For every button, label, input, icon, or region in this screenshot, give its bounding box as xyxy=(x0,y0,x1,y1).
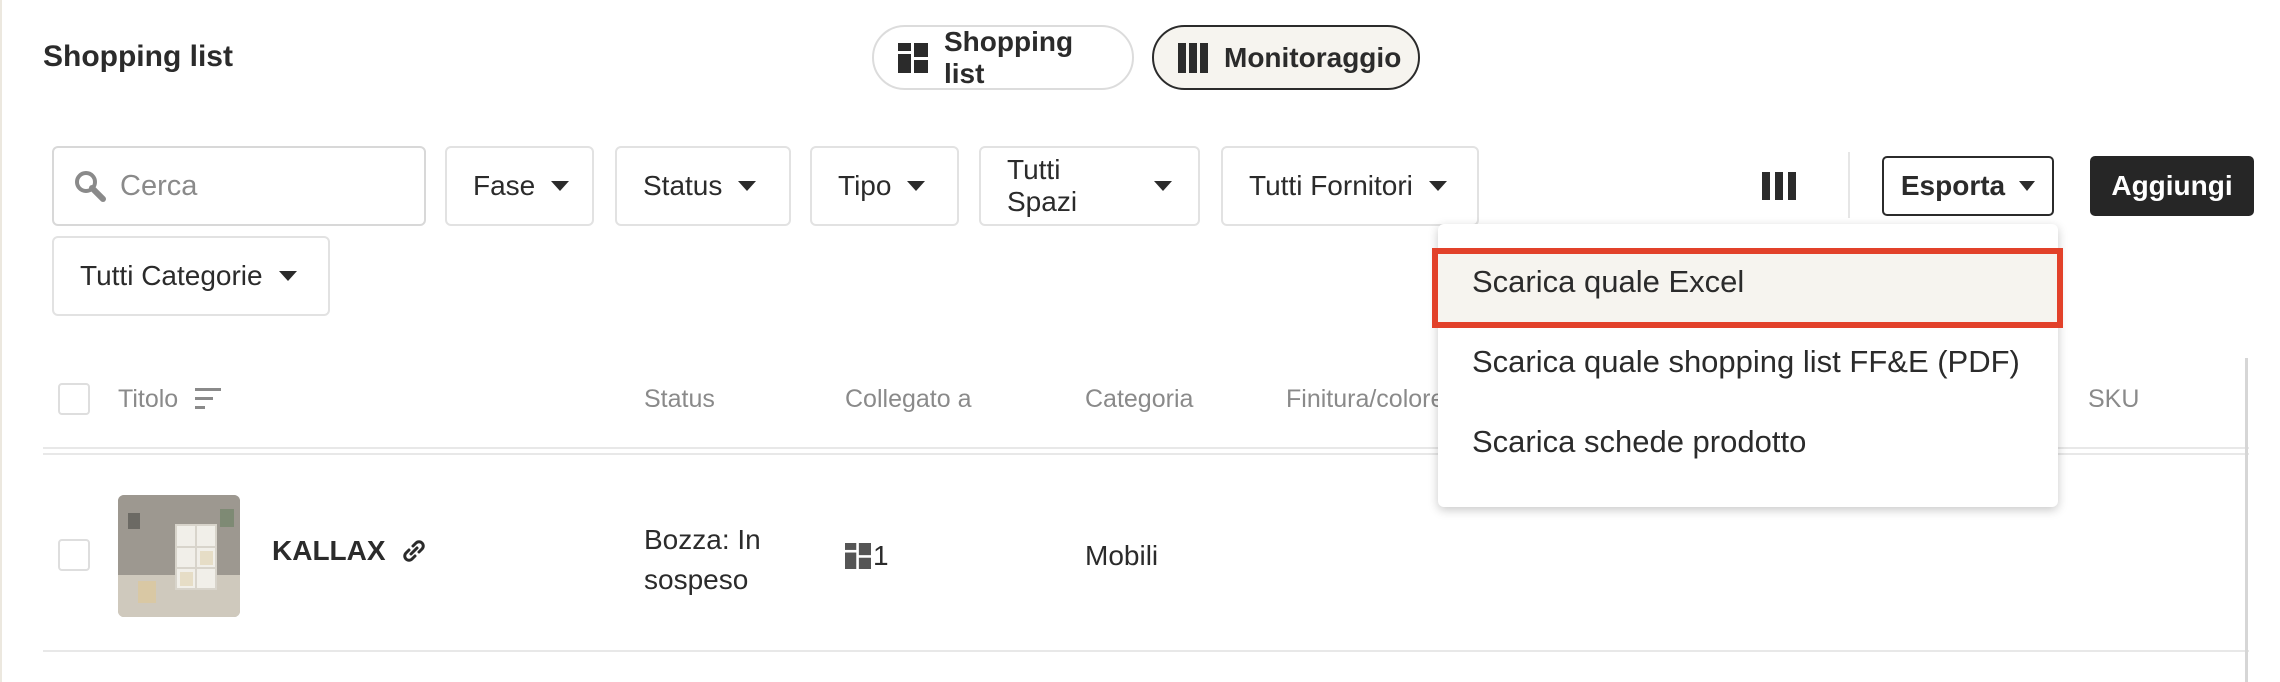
caret-down-icon xyxy=(2019,181,2036,191)
sort-icon[interactable] xyxy=(195,388,222,410)
caret-down-icon xyxy=(551,181,570,191)
menu-item-pdf[interactable]: Scarica quale shopping list FF&E (PDF) xyxy=(1472,344,2020,380)
search-placeholder: Cerca xyxy=(120,169,198,202)
export-button[interactable]: Esporta xyxy=(1882,156,2054,216)
filter-fornitori-label: Tutti Fornitori xyxy=(1249,170,1413,201)
columns-icon xyxy=(1178,42,1208,73)
menu-item-schede[interactable]: Scarica schede prodotto xyxy=(1472,424,1806,460)
left-border xyxy=(0,0,2,682)
filter-fase[interactable]: Fase xyxy=(445,146,594,226)
filter-fornitori[interactable]: Tutti Fornitori xyxy=(1221,146,1479,226)
row-status-line2: sospeso xyxy=(644,564,749,595)
select-all-checkbox[interactable] xyxy=(58,383,90,415)
toggle-monitoraggio[interactable]: Monitoraggio xyxy=(1152,25,1420,90)
filter-status-label: Status xyxy=(643,170,723,201)
column-header-sku[interactable]: SKU xyxy=(2088,385,2139,414)
toggle-monitoraggio-label: Monitoraggio xyxy=(1224,41,1402,73)
caret-down-icon xyxy=(907,181,926,191)
caret-down-icon xyxy=(1428,181,1447,191)
column-header-collegato[interactable]: Collegato a xyxy=(845,385,971,414)
columns-icon[interactable] xyxy=(1762,172,1796,200)
search-icon xyxy=(75,171,106,202)
row-title[interactable]: KALLAX xyxy=(272,535,386,567)
caret-down-icon xyxy=(738,181,757,191)
row-category: Mobili xyxy=(1085,540,1159,571)
column-header-titolo[interactable]: Titolo xyxy=(118,385,222,414)
row-status-line1: Bozza: In xyxy=(644,524,761,555)
toolbar-divider xyxy=(1848,152,1850,218)
caret-down-icon xyxy=(1154,181,1172,191)
highlight-box xyxy=(1432,248,2063,328)
scrollbar[interactable] xyxy=(2245,358,2248,682)
row-linked-count: 1 xyxy=(873,540,889,571)
filter-spazi-label: Tutti Spazi xyxy=(1007,154,1078,217)
row-checkbox[interactable] xyxy=(58,539,90,571)
row-divider xyxy=(43,650,2249,652)
toggle-shopping-list-label: Shopping list xyxy=(944,25,1074,89)
grid-icon xyxy=(845,543,871,569)
filter-categorie[interactable]: Tutti Categorie xyxy=(52,236,330,316)
row-status: Bozza: In sospeso xyxy=(644,520,761,600)
filter-spazi[interactable]: Tutti Spazi xyxy=(979,146,1200,226)
filter-status[interactable]: Status xyxy=(615,146,791,226)
page-title: Shopping list xyxy=(43,40,233,73)
column-header-finitura[interactable]: Finitura/colore xyxy=(1286,385,1444,414)
caret-down-icon xyxy=(278,271,297,281)
add-button[interactable]: Aggiungi xyxy=(2090,156,2254,216)
column-header-categoria[interactable]: Categoria xyxy=(1085,385,1193,414)
filter-fase-label: Fase xyxy=(473,170,536,201)
grid-icon xyxy=(898,42,928,73)
column-header-status[interactable]: Status xyxy=(644,385,715,414)
filter-tipo[interactable]: Tipo xyxy=(810,146,959,226)
filter-categorie-label: Tutti Categorie xyxy=(80,260,263,291)
row-linked[interactable]: 1 xyxy=(845,540,889,572)
link-icon[interactable] xyxy=(400,537,428,565)
column-header-titolo-label: Titolo xyxy=(118,385,179,413)
export-button-label: Esporta xyxy=(1900,170,2006,201)
search-input[interactable]: Cerca xyxy=(52,146,426,226)
toggle-shopping-list[interactable]: Shopping list xyxy=(872,25,1134,90)
product-thumbnail[interactable] xyxy=(118,495,240,617)
filter-tipo-label: Tipo xyxy=(838,170,892,201)
